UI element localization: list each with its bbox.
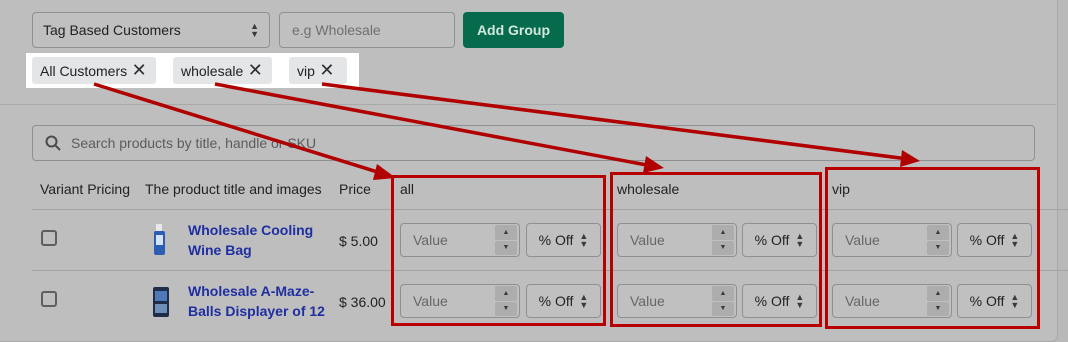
arrow-head bbox=[900, 150, 920, 167]
arrow-to-all bbox=[93, 82, 385, 176]
arrow-to-wholesale bbox=[214, 82, 653, 168]
arrow-head bbox=[643, 156, 664, 173]
annotation-arrows bbox=[93, 82, 920, 180]
arrow-head bbox=[373, 164, 396, 180]
